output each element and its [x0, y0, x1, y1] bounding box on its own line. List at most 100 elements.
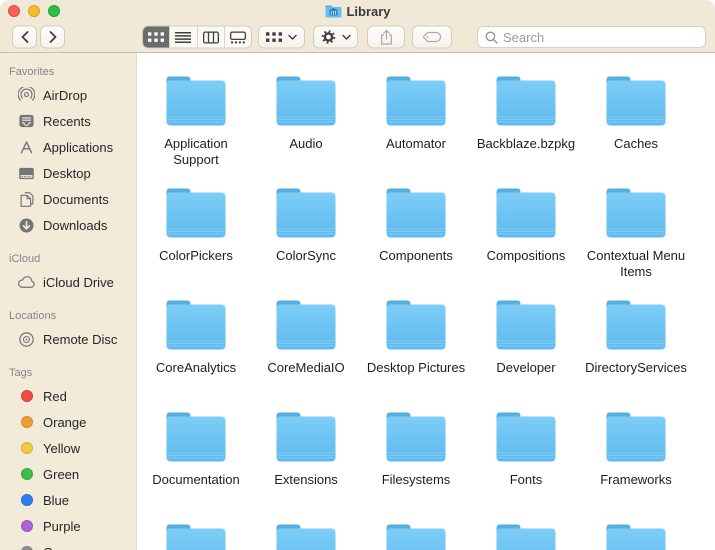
downloads-icon — [17, 216, 36, 235]
sidebar-section-favorites: FavoritesAirDropRecentsApplicationsDeskt… — [0, 63, 136, 238]
folder-item-fonts[interactable]: Fonts — [471, 401, 581, 513]
close-button[interactable] — [8, 5, 20, 17]
folder-icon — [605, 412, 667, 462]
folder-item-caches[interactable]: Caches — [581, 65, 691, 177]
disc-icon — [17, 330, 36, 349]
zoom-button[interactable] — [48, 5, 60, 17]
sidebar-item-recents[interactable]: Recents — [0, 108, 136, 134]
folder-item-partial[interactable] — [581, 513, 691, 550]
back-button[interactable] — [12, 26, 37, 49]
folder-item-documentation[interactable]: Documentation — [141, 401, 251, 513]
sidebar-item-downloads[interactable]: Downloads — [0, 212, 136, 238]
sidebar-section-title: Tags — [0, 364, 136, 383]
sidebar-item-label: Green — [43, 467, 79, 482]
recents-icon — [17, 112, 36, 131]
folder-label: Developer — [496, 360, 555, 376]
tag-button[interactable] — [412, 26, 452, 49]
folder-item-directoryservices[interactable]: DirectoryServices — [581, 289, 691, 401]
sidebar-item-documents[interactable]: Documents — [0, 186, 136, 212]
folder-item-desktop-pictures[interactable]: Desktop Pictures — [361, 289, 471, 401]
sidebar-item-applications[interactable]: Applications — [0, 134, 136, 160]
share-button[interactable] — [367, 26, 405, 49]
titlebar: Library — [0, 0, 715, 22]
sidebar-item-label: Yellow — [43, 441, 80, 456]
folder-label: Compositions — [487, 248, 566, 264]
group-icon — [266, 31, 282, 43]
sidebar-item-yellow[interactable]: Yellow — [0, 435, 136, 461]
folder-item-backblaze-bzpkg[interactable]: Backblaze.bzpkg — [471, 65, 581, 177]
folder-item-automator[interactable]: Automator — [361, 65, 471, 177]
folder-item-frameworks[interactable]: Frameworks — [581, 401, 691, 513]
toolbar — [0, 22, 715, 53]
folder-item-partial[interactable] — [471, 513, 581, 550]
folder-icon — [275, 300, 337, 350]
folder-label: Filesystems — [382, 472, 451, 488]
chevron-right-icon — [49, 31, 57, 44]
sidebar-item-red[interactable]: Red — [0, 383, 136, 409]
folder-item-application-support[interactable]: Application Support — [141, 65, 251, 177]
folder-label: ColorSync — [276, 248, 336, 264]
sidebar-item-gray[interactable]: Gray — [0, 539, 136, 550]
sidebar-section-icloud: iCloudiCloud Drive — [0, 250, 136, 295]
sidebar-item-desktop[interactable]: Desktop — [0, 160, 136, 186]
sidebar-item-green[interactable]: Green — [0, 461, 136, 487]
sidebar-item-blue[interactable]: Blue — [0, 487, 136, 513]
folder-item-filesystems[interactable]: Filesystems — [361, 401, 471, 513]
window-body: FavoritesAirDropRecentsApplicationsDeskt… — [0, 53, 715, 550]
folder-item-coreanalytics[interactable]: CoreAnalytics — [141, 289, 251, 401]
folder-item-partial[interactable] — [141, 513, 251, 550]
view-list-button[interactable] — [169, 27, 196, 48]
sidebar-item-label: AirDrop — [43, 88, 87, 103]
sidebar-item-remote-disc[interactable]: Remote Disc — [0, 326, 136, 352]
group-button[interactable] — [258, 26, 305, 49]
search-input[interactable] — [503, 30, 698, 45]
sidebar-section-locations: LocationsRemote Disc — [0, 307, 136, 352]
tag-color-dot — [17, 491, 36, 510]
view-icons-button[interactable] — [143, 27, 169, 48]
sidebar-section-tags: TagsRed Orange Yellow Green Blue PurpleGray — [0, 364, 136, 550]
folder-icon — [275, 188, 337, 238]
folder-icon — [385, 76, 447, 126]
folder-icon — [165, 188, 227, 238]
folder-item-compositions[interactable]: Compositions — [471, 177, 581, 289]
folder-icon — [605, 524, 667, 550]
folder-label: Backblaze.bzpkg — [477, 136, 575, 152]
folder-item-audio[interactable]: Audio — [251, 65, 361, 177]
folder-item-partial[interactable] — [251, 513, 361, 550]
window-title: Library — [346, 4, 390, 19]
folder-item-extensions[interactable]: Extensions — [251, 401, 361, 513]
folder-item-partial[interactable] — [361, 513, 471, 550]
folder-item-colorsync[interactable]: ColorSync — [251, 177, 361, 289]
forward-button[interactable] — [40, 26, 65, 49]
action-menu-button[interactable] — [313, 26, 358, 49]
sidebar-item-icloud-drive[interactable]: iCloud Drive — [0, 269, 136, 295]
main-area: Application SupportAudio Automator Backbla… — [137, 53, 715, 550]
folder-item-coremediaio[interactable]: CoreMediaIO — [251, 289, 361, 401]
search-field[interactable] — [477, 26, 706, 48]
folder-item-components[interactable]: Components — [361, 177, 471, 289]
tag-color-dot — [17, 517, 36, 536]
sidebar-item-label: Remote Disc — [43, 332, 117, 347]
column-view-icon — [203, 31, 219, 43]
folder-label: Desktop Pictures — [367, 360, 465, 376]
folder-grid: Application SupportAudio Automator Backbla… — [141, 65, 715, 550]
view-columns-button[interactable] — [197, 27, 224, 48]
folder-item-developer[interactable]: Developer — [471, 289, 581, 401]
folder-item-colorpickers[interactable]: ColorPickers — [141, 177, 251, 289]
desktop-icon — [17, 164, 36, 183]
sidebar-item-purple[interactable]: Purple — [0, 513, 136, 539]
folder-icon — [385, 412, 447, 462]
folder-label: CoreAnalytics — [156, 360, 236, 376]
folder-icon — [495, 76, 557, 126]
sidebar-item-airdrop[interactable]: AirDrop — [0, 82, 136, 108]
chevron-left-icon — [21, 31, 29, 44]
folder-label: Automator — [386, 136, 446, 152]
minimize-button[interactable] — [28, 5, 40, 17]
folder-item-contextual-menu-items[interactable]: Contextual Menu Items — [581, 177, 691, 289]
documents-icon — [17, 190, 36, 209]
sidebar-item-label: Blue — [43, 493, 69, 508]
folder-icon — [385, 300, 447, 350]
sidebar-item-label: Orange — [43, 415, 86, 430]
view-gallery-button[interactable] — [224, 27, 251, 48]
sidebar-item-orange[interactable]: Orange — [0, 409, 136, 435]
